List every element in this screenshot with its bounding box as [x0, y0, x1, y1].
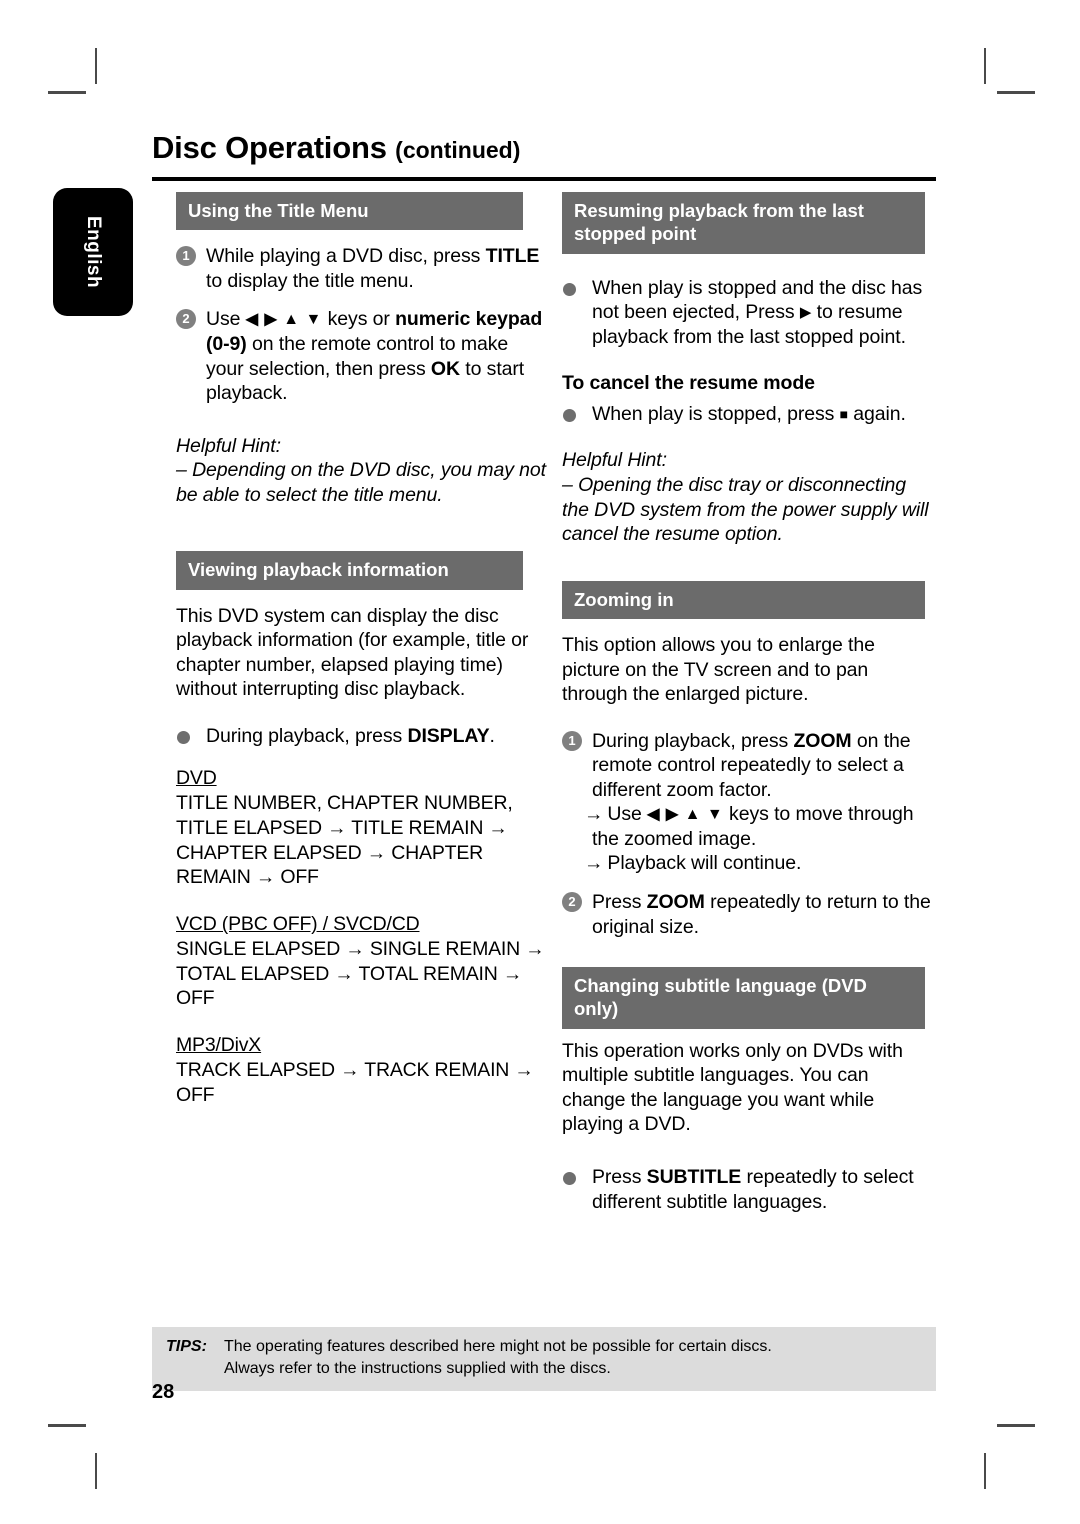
step-title-menu-2: 2 Use ◀ ▶ ▲ ▼ keys or numeric keypad (0-… — [176, 307, 548, 405]
zoom-intro: This option allows you to enlarge the pi… — [562, 633, 875, 706]
display-group-items-mp3: TRACK ELAPSED → TRACK REMAIN → OFF — [176, 1058, 534, 1106]
step-number-badge: 2 — [562, 892, 582, 913]
display-group-label-mp3: MP3/DivX — [176, 1034, 262, 1057]
bullet-dot-icon — [563, 282, 576, 296]
subtitle-intro: This operation works only on DVDs with m… — [562, 1039, 903, 1136]
helpful-hint-label-right: Helpful Hint: — [562, 449, 667, 472]
section-header-changing-subtitle-language: Changing subtitle language (DVD only) — [562, 967, 925, 1029]
bullet-text-display-b: . — [489, 724, 495, 747]
crop-mark-bottom-right-vertical — [984, 1453, 986, 1489]
arrow-marker-icon: → — [584, 852, 604, 875]
cancel-text-a: When play is stopped, press — [592, 402, 840, 425]
display-group-items-vcd: SINGLE ELAPSED → SINGLE REMAIN → TOTAL E… — [176, 937, 545, 1010]
step-keyword-ok: OK — [430, 357, 460, 380]
crop-mark-top-right-vertical — [984, 48, 986, 84]
keyword-display: DISPLAY — [407, 724, 490, 747]
navigation-keys-icon: ◀ ▶ ▲ ▼ — [647, 806, 724, 824]
section-header-resuming-playback: Resuming playback from the last stopped … — [562, 192, 925, 254]
bullet-text-display-a: During playback, press — [206, 724, 408, 747]
step-number-badge: 2 — [176, 309, 196, 330]
crop-mark-bottom-right-horizontal — [997, 1424, 1035, 1427]
step-text-1a: While playing a DVD disc, press — [206, 245, 486, 268]
left-column: Using the Title Menu 1 While playing a D… — [176, 192, 548, 1107]
crop-mark-top-left-horizontal — [48, 91, 86, 94]
bullet-cancel-resume: When play is stopped, press ■ again. — [562, 402, 934, 427]
cancel-text-b: again. — [847, 402, 906, 425]
tips-row: TIPS: The operating features described h… — [152, 1336, 936, 1381]
tips-label: TIPS: — [166, 1338, 207, 1355]
step-title-menu-1: 1 While playing a DVD disc, press TITLE … — [176, 244, 548, 293]
tips-text: The operating features described here mi… — [224, 1336, 936, 1381]
section-header-using-title-menu: Using the Title Menu — [176, 192, 523, 231]
language-tab: English — [53, 188, 133, 316]
page-title: Disc Operations (continued) — [152, 130, 936, 165]
crop-mark-bottom-left-horizontal — [48, 1424, 86, 1427]
bullet-press-subtitle: Press SUBTITLE repeatedly to select diff… — [562, 1165, 934, 1214]
zoom-step1-text-a: During playback, press — [592, 729, 794, 752]
stop-icon: ■ — [839, 405, 848, 422]
page-title-main: Disc Operations — [152, 130, 387, 165]
page-title-heading: Disc Operations (continued) — [152, 130, 936, 165]
bullet-press-display: During playback, press DISPLAY. — [176, 724, 548, 749]
section-header-viewing-playback-information: Viewing playback information — [176, 551, 523, 590]
playback-info-intro: This DVD system can display the disc pla… — [176, 604, 529, 701]
zoom-arrow-item-2: → Playback will continue. — [562, 851, 934, 876]
navigation-keys-icon: ◀ ▶ ▲ ▼ — [245, 311, 323, 329]
tips-line-2: Always refer to the instructions supplie… — [224, 1360, 611, 1378]
helpful-hint-text-right: – Opening the disc tray or disconnecting… — [562, 473, 929, 546]
step-number-badge: 1 — [562, 730, 582, 751]
keyword-zoom-1: ZOOM — [793, 729, 852, 752]
bullet-resume-playback: When play is stopped and the disc has no… — [562, 276, 934, 350]
step-text-1b: to display the title menu. — [206, 269, 414, 292]
bullet-dot-icon — [563, 1171, 576, 1185]
tips-box: TIPS: The operating features described h… — [152, 1327, 936, 1391]
crop-mark-top-right-horizontal — [997, 91, 1035, 94]
display-group-label-vcd: VCD (PBC OFF) / SVCD/CD — [176, 913, 420, 936]
arrow-marker-icon: → — [584, 803, 604, 826]
language-tab-label: English — [83, 215, 104, 289]
keyword-zoom-2: ZOOM — [646, 891, 705, 914]
step-zoom-1: 1 During playback, press ZOOM on the rem… — [562, 729, 934, 803]
zoom-arrow1-text-a: Use — [607, 803, 648, 826]
step-zoom-2: 2 Press ZOOM repeatedly to return to the… — [562, 890, 934, 939]
page-number: 28 — [152, 1381, 175, 1403]
zoom-arrow2-text: Playback will continue. — [607, 852, 802, 875]
keyword-subtitle: SUBTITLE — [646, 1165, 742, 1188]
zoom-arrow-item-1: → Use ◀ ▶ ▲ ▼ keys to move through the zo… — [562, 802, 934, 851]
display-group-items-dvd: TITLE NUMBER, CHAPTER NUMBER, TITLE ELAP… — [176, 792, 513, 889]
step-text-2b: keys or — [322, 308, 396, 331]
play-icon: ▶ — [799, 304, 812, 322]
bullet-dot-icon — [177, 730, 190, 744]
step-text-2a: Use — [206, 308, 246, 331]
subtitle-text-a: Press — [592, 1165, 647, 1188]
section-header-zooming-in: Zooming in — [562, 580, 925, 619]
crop-mark-bottom-left-vertical — [95, 1453, 97, 1489]
crop-mark-top-left-vertical — [95, 48, 97, 84]
right-column: Resuming playback from the last stopped … — [562, 192, 934, 1214]
tips-line-1: The operating features described here mi… — [224, 1338, 772, 1355]
header-rule — [152, 177, 936, 181]
step-number-badge: 1 — [176, 246, 196, 267]
display-group-label-dvd: DVD — [176, 767, 217, 790]
bullet-dot-icon — [563, 408, 576, 422]
step-keyword-title: TITLE — [485, 245, 540, 268]
page-title-continued: (continued) — [395, 137, 521, 163]
helpful-hint-text-left: – Depending on the DVD disc, you may not… — [176, 459, 546, 506]
zoom-step2-text-a: Press — [592, 891, 647, 914]
subheading-cancel-resume-mode: To cancel the resume mode — [562, 372, 815, 395]
helpful-hint-label-left: Helpful Hint: — [176, 434, 281, 457]
